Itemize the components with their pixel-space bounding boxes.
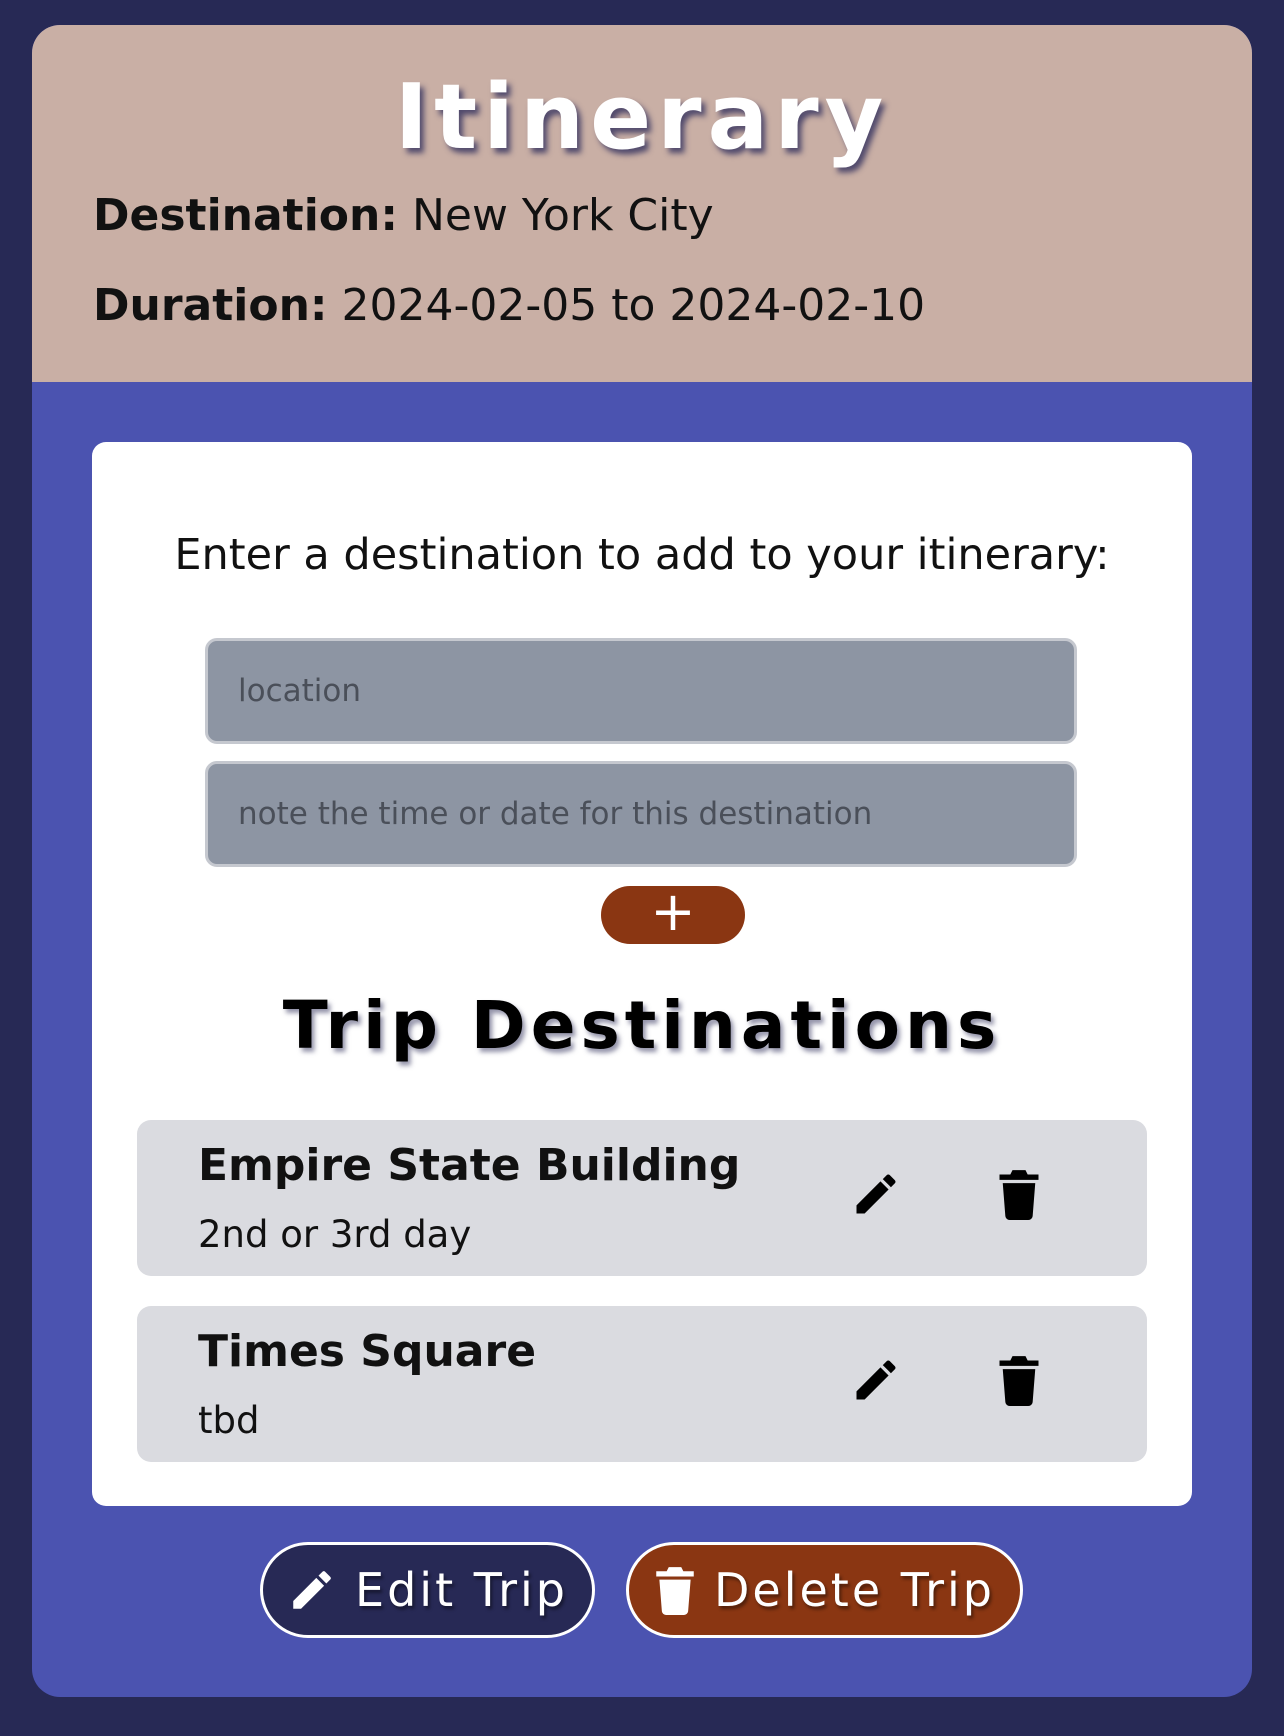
add-destination-button[interactable]: + xyxy=(601,885,745,944)
duration-info: Duration: 2024-02-05 to 2024-02-10 xyxy=(93,280,925,331)
trash-icon xyxy=(999,1356,1039,1406)
pencil-icon xyxy=(287,1565,337,1615)
trash-icon xyxy=(654,1565,696,1615)
edit-trip-label: Edit Trip xyxy=(355,1563,568,1617)
delete-trip-label: Delete Trip xyxy=(714,1563,995,1617)
destination-item: Empire State Building 2nd or 3rd day xyxy=(137,1120,1147,1276)
destination-item-note: 2nd or 3rd day xyxy=(198,1213,472,1256)
plus-icon: + xyxy=(650,880,696,943)
destination-item-name: Times Square xyxy=(198,1326,537,1377)
edit-destination-button[interactable] xyxy=(846,1164,906,1224)
itinerary-card: Itinerary Destination: New York City Dur… xyxy=(32,25,1252,1697)
pencil-icon xyxy=(856,1174,896,1214)
destination-label: Destination: xyxy=(93,190,398,241)
destinations-panel: Enter a destination to add to your itine… xyxy=(92,442,1192,1506)
delete-destination-button[interactable] xyxy=(989,1350,1049,1410)
add-destination-prompt: Enter a destination to add to your itine… xyxy=(174,530,1110,580)
page-title: Itinerary xyxy=(394,65,890,170)
delete-trip-button[interactable]: Delete Trip xyxy=(626,1542,1023,1638)
pencil-icon xyxy=(856,1360,896,1400)
duration-value: 2024-02-05 to 2024-02-10 xyxy=(341,280,926,331)
duration-label: Duration: xyxy=(93,280,328,331)
destination-value: New York City xyxy=(411,190,714,241)
trash-icon xyxy=(999,1170,1039,1220)
location-input[interactable] xyxy=(205,638,1077,744)
destination-item: Times Square tbd xyxy=(137,1306,1147,1462)
itinerary-header: Itinerary Destination: New York City Dur… xyxy=(32,25,1252,382)
destination-item-note: tbd xyxy=(198,1399,260,1442)
time-note-input[interactable] xyxy=(205,761,1077,867)
destination-info: Destination: New York City xyxy=(93,190,714,241)
edit-trip-button[interactable]: Edit Trip xyxy=(260,1542,595,1638)
trip-destinations-title: Trip Destinations xyxy=(282,987,1002,1064)
edit-destination-button[interactable] xyxy=(846,1350,906,1410)
delete-destination-button[interactable] xyxy=(989,1164,1049,1224)
destination-item-name: Empire State Building xyxy=(198,1140,741,1191)
